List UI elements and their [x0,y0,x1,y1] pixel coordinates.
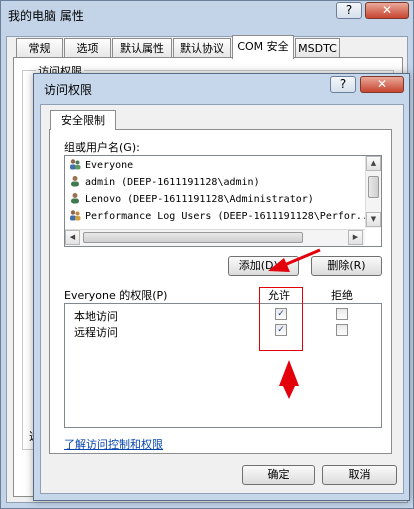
arrow-up-to-checkboxes-icon [279,360,299,399]
tab-security-limits[interactable]: 安全限制 [50,110,116,130]
tab-com-security[interactable]: COM 安全 [232,35,294,59]
arrow-to-add-button-icon [268,248,321,272]
annotation-arrows [268,248,321,399]
